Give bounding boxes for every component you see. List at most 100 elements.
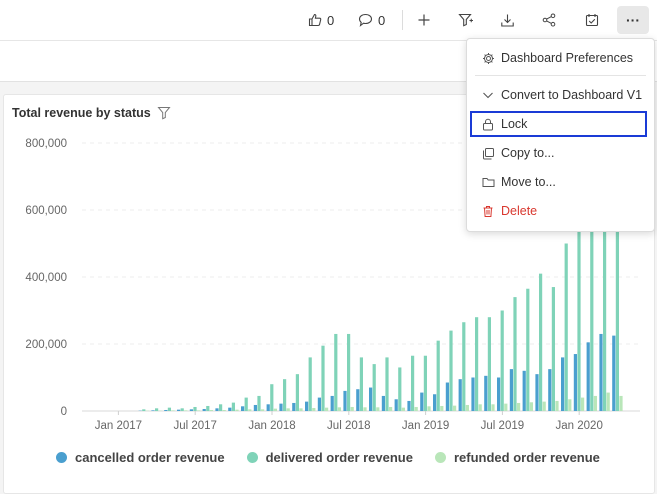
bar <box>206 405 210 411</box>
bar <box>171 410 175 411</box>
bar <box>471 377 475 411</box>
bar <box>363 407 367 411</box>
bar <box>535 374 539 411</box>
bar <box>407 400 411 411</box>
y-tick-label: 200,000 <box>25 339 67 351</box>
bar <box>266 404 270 411</box>
bar <box>167 407 171 411</box>
bar <box>411 355 415 411</box>
menu-item-delete[interactable]: Delete <box>467 198 654 224</box>
legend-swatch <box>56 452 67 463</box>
menu-divider <box>475 75 646 76</box>
bar <box>491 404 495 411</box>
bar <box>350 406 354 411</box>
bar <box>581 397 585 411</box>
menu-item-label: Copy to... <box>501 146 555 160</box>
bar <box>606 392 610 411</box>
bar <box>197 410 201 411</box>
bar <box>372 364 376 411</box>
bar <box>279 403 283 411</box>
bar <box>599 333 603 411</box>
bar <box>270 384 274 411</box>
bar <box>423 355 427 411</box>
y-tick-label: 600,000 <box>25 205 67 217</box>
bar <box>248 409 252 411</box>
bar <box>445 382 449 411</box>
bar <box>283 379 287 411</box>
bar <box>433 394 437 411</box>
bar <box>593 395 597 411</box>
bar <box>465 404 469 411</box>
bar <box>312 407 316 411</box>
x-tick-label: Jul 2017 <box>173 420 216 432</box>
bar <box>273 408 277 411</box>
bar <box>343 390 347 411</box>
legend-label: refunded order revenue <box>453 450 600 465</box>
bar <box>369 387 373 411</box>
bar <box>347 333 351 411</box>
bar <box>244 397 248 411</box>
x-tick-label: Jul 2018 <box>327 420 370 432</box>
bar <box>222 409 226 411</box>
bar <box>577 220 581 411</box>
bar <box>299 408 303 411</box>
x-tick-label: Jan 2018 <box>248 420 295 432</box>
bar <box>551 287 555 411</box>
bar <box>231 402 235 411</box>
menu-item-move-to[interactable]: Move to... <box>467 169 654 195</box>
bar <box>453 405 457 411</box>
legend-label: delivered order revenue <box>265 450 413 465</box>
folder-icon <box>481 175 495 189</box>
bar <box>619 395 623 411</box>
bar <box>586 342 590 411</box>
bar <box>475 317 479 411</box>
bar <box>497 377 501 411</box>
bar <box>381 395 385 411</box>
bar <box>462 322 466 411</box>
x-tick-label: Jan 2020 <box>556 420 603 432</box>
bar <box>151 410 155 411</box>
bar <box>458 379 462 411</box>
bar <box>164 409 168 411</box>
bar <box>398 367 402 411</box>
menu-item-label: Move to... <box>501 175 556 189</box>
menu-item-copy-to[interactable]: Copy to... <box>467 140 654 166</box>
bar <box>376 407 380 411</box>
bar <box>325 407 329 411</box>
bar <box>215 408 219 411</box>
bar <box>603 203 607 411</box>
bar <box>420 392 424 411</box>
bar <box>308 357 312 411</box>
bar <box>317 397 321 411</box>
bar <box>209 409 213 411</box>
bar <box>526 288 530 411</box>
bar <box>401 407 405 411</box>
bar <box>184 410 188 411</box>
menu-item-dashboard-preferences[interactable]: Dashboard Preferences <box>467 45 654 71</box>
bar <box>292 402 296 411</box>
bar <box>155 408 159 411</box>
bar <box>305 401 309 411</box>
bar <box>484 375 488 411</box>
legend-item-delivered[interactable]: delivered order revenue <box>246 450 413 465</box>
chevron-down-icon <box>481 88 495 102</box>
keyboard-focus-ring <box>470 111 647 137</box>
bar <box>504 403 508 411</box>
menu-item-label: Dashboard Preferences <box>501 51 634 65</box>
bar <box>219 404 223 411</box>
bar <box>257 395 261 411</box>
menu-item-convert[interactable]: Convert to Dashboard V1 <box>467 82 654 108</box>
copy-icon <box>481 146 495 160</box>
bar <box>394 399 398 411</box>
bar <box>440 405 444 411</box>
bar <box>189 409 193 411</box>
bar <box>542 401 546 411</box>
bar <box>555 400 559 411</box>
bar <box>321 345 325 411</box>
legend-item-refunded[interactable]: refunded order revenue <box>434 450 600 465</box>
bar <box>337 407 341 411</box>
bar <box>356 389 360 411</box>
legend-item-cancelled[interactable]: cancelled order revenue <box>56 450 225 465</box>
bar <box>330 395 334 411</box>
bar <box>177 409 181 411</box>
